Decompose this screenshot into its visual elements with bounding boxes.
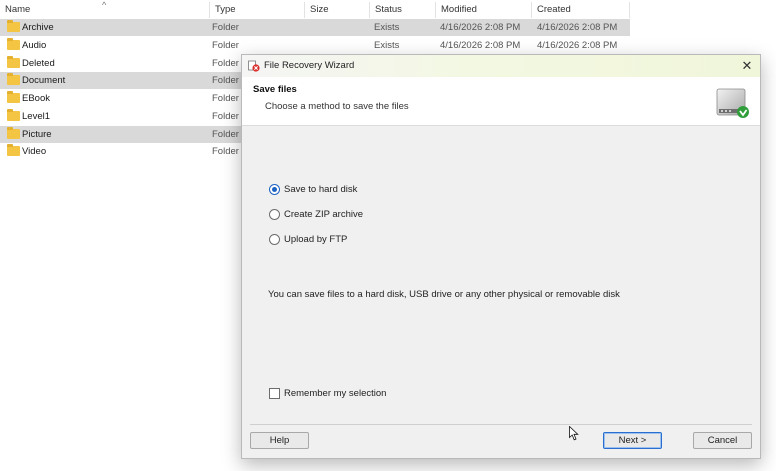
cell-status: Exists — [374, 39, 400, 51]
close-button[interactable]: ✕ — [738, 57, 756, 75]
column-header-type[interactable]: Type — [210, 2, 305, 18]
folder-icon — [7, 73, 20, 86]
wizard-heading: Save files — [253, 84, 297, 95]
wizard-subheading: Choose a method to save the files — [265, 101, 409, 112]
cell-name: Deleted — [22, 57, 55, 69]
cell-modified: 4/16/2026 2:08 PM — [440, 22, 521, 33]
dialog-title: File Recovery Wizard — [264, 60, 355, 71]
column-header-label: Name — [5, 4, 31, 15]
cell-name: Level1 — [22, 110, 50, 122]
cell-type: Folder — [212, 39, 239, 51]
folder-icon — [7, 126, 20, 139]
wizard-header: Save files Choose a method to save the f… — [242, 77, 760, 126]
next-button[interactable]: Next > — [603, 432, 662, 449]
close-icon: ✕ — [741, 58, 753, 73]
cell-type: Folder — [212, 75, 239, 87]
hard-disk-icon — [716, 88, 749, 118]
column-header-row: Name ^ Type Size Status Modified Created — [0, 0, 776, 18]
column-header-label: Created — [537, 4, 571, 15]
column-header-label: Status — [375, 4, 402, 15]
folder-icon — [7, 55, 20, 68]
help-button[interactable]: Help — [250, 432, 309, 449]
cell-type: Folder — [212, 110, 239, 122]
mouse-cursor-icon — [569, 426, 579, 441]
column-header-modified[interactable]: Modified — [436, 2, 532, 18]
cell-name: Archive — [22, 22, 54, 33]
cell-type: Folder — [212, 57, 239, 69]
cell-name: EBook — [22, 93, 50, 104]
table-row[interactable]: Audio Folder Exists 4/16/2026 2:08 PM 4/16/2… — [0, 37, 630, 54]
file-recovery-icon — [248, 60, 260, 72]
sort-ascending-icon: ^ — [102, 0, 107, 10]
cell-name: Picture — [22, 128, 52, 140]
dialog-titlebar[interactable]: File Recovery Wizard ✕ — [242, 55, 760, 77]
folder-icon — [7, 108, 20, 121]
cell-created: 4/16/2026 2:08 PM — [537, 22, 618, 33]
cell-type: Folder — [212, 93, 239, 104]
checkbox-label: Remember my selection — [284, 388, 387, 399]
table-row[interactable]: Archive Folder Exists 4/16/2026 2:08 PM 4/16… — [0, 19, 630, 36]
radio-label: Upload by FTP — [284, 234, 348, 245]
radio-button[interactable] — [269, 209, 280, 220]
folder-icon — [7, 37, 20, 50]
radio-label: Save to hard disk — [284, 184, 358, 195]
cell-type: Folder — [212, 22, 239, 33]
file-recovery-wizard-dialog: File Recovery Wizard ✕ Save files Choose… — [241, 54, 761, 459]
folder-icon — [7, 20, 20, 32]
cell-name: Document — [22, 75, 66, 87]
column-header-name[interactable]: Name ^ — [0, 0, 210, 18]
radio-label: Create ZIP archive — [284, 209, 364, 220]
radio-button[interactable] — [269, 234, 280, 245]
cell-name: Video — [22, 146, 47, 158]
footer-divider — [250, 424, 752, 425]
cancel-button[interactable]: Cancel — [693, 432, 752, 449]
cell-type: Folder — [212, 128, 239, 140]
column-header-size[interactable]: Size — [305, 2, 370, 18]
cell-type: Folder — [212, 146, 239, 158]
column-header-label: Modified — [441, 4, 477, 15]
cell-status: Exists — [374, 22, 400, 33]
cell-created: 4/16/2026 2:08 PM — [537, 39, 618, 51]
method-description: You can save files to a hard disk, USB d… — [268, 289, 620, 300]
column-header-label: Size — [310, 4, 329, 15]
radio-button-selected[interactable] — [269, 184, 280, 195]
folder-icon — [7, 91, 20, 103]
cell-name: Audio — [22, 39, 47, 51]
folder-icon — [7, 144, 20, 157]
column-header-created[interactable]: Created — [532, 2, 630, 18]
cell-modified: 4/16/2026 2:08 PM — [440, 39, 521, 51]
column-header-label: Type — [215, 4, 236, 15]
checkbox-box[interactable] — [269, 388, 280, 399]
column-header-status[interactable]: Status — [370, 2, 436, 18]
